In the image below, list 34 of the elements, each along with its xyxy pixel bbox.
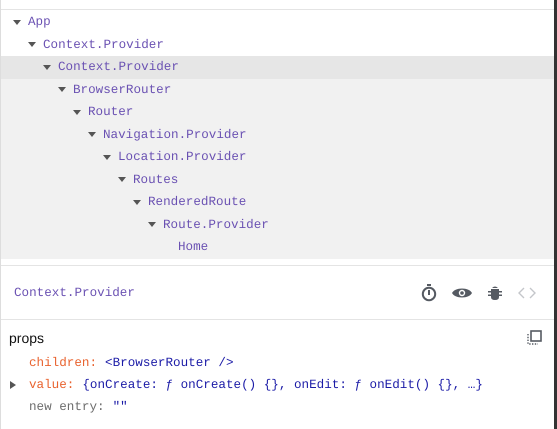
- component-tree-item[interactable]: Home: [178, 240, 208, 254]
- component-name: Context.Provider: [14, 286, 135, 300]
- expand-triangle-icon[interactable]: [9, 380, 17, 390]
- expand-triangle-icon[interactable]: [88, 132, 96, 138]
- component-tree-item[interactable]: Route.Provider: [163, 218, 269, 232]
- copy-icon[interactable]: [526, 330, 542, 346]
- expand-triangle-icon[interactable]: [103, 154, 111, 160]
- expand-triangle-icon[interactable]: [28, 42, 36, 48]
- prop-value[interactable]: "": [112, 400, 128, 414]
- stopwatch-icon[interactable]: [421, 284, 437, 302]
- expand-triangle-icon[interactable]: [43, 64, 51, 70]
- prop-value[interactable]: <BrowserRouter />: [105, 356, 234, 370]
- prop-key: children:: [29, 356, 98, 370]
- prop-key: value:: [29, 378, 74, 392]
- expand-triangle-icon[interactable]: [58, 87, 66, 92]
- component-tree-item[interactable]: BrowserRouter: [73, 82, 172, 97]
- component-tree-item[interactable]: Router: [88, 105, 134, 120]
- bug-icon[interactable]: [487, 284, 503, 300]
- component-tree-item[interactable]: App: [28, 15, 51, 30]
- eye-icon[interactable]: [452, 286, 472, 300]
- expand-triangle-icon[interactable]: [13, 20, 21, 25]
- component-tree-item[interactable]: Navigation.Provider: [103, 128, 247, 142]
- expand-triangle-icon[interactable]: [133, 200, 141, 205]
- props-title: props: [9, 330, 44, 346]
- prop-key[interactable]: new entry:: [29, 400, 105, 414]
- expand-triangle-icon[interactable]: [118, 177, 126, 182]
- expand-triangle-icon[interactable]: [148, 222, 156, 228]
- component-tree-item[interactable]: Context.Provider: [58, 60, 179, 74]
- component-tree-item[interactable]: RenderedRoute: [148, 195, 246, 210]
- expand-triangle-icon[interactable]: [73, 110, 81, 115]
- prop-value[interactable]: {onCreate: ƒ onCreate() {}, onEdit: ƒ onEdit() {}, …}: [82, 378, 483, 392]
- component-tree-item[interactable]: Location.Provider: [118, 150, 246, 164]
- component-tree-item[interactable]: Context.Provider: [43, 38, 164, 52]
- component-tree-item[interactable]: Routes: [133, 172, 178, 187]
